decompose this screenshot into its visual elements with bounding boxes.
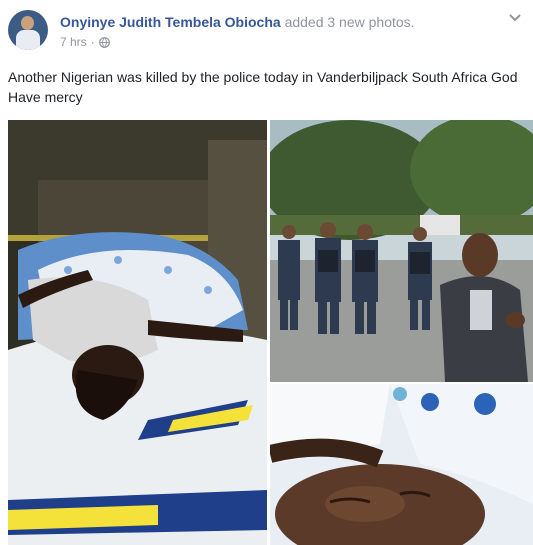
post-caption: Another Nigerian was killed by the polic… bbox=[8, 69, 518, 105]
photo-1[interactable] bbox=[8, 120, 267, 545]
post-action-text: added 3 new photos. bbox=[284, 14, 415, 30]
author-name-link[interactable]: Onyinye Judith Tembela Obiocha bbox=[60, 14, 281, 30]
chevron-down-icon[interactable] bbox=[505, 12, 525, 26]
author-avatar[interactable] bbox=[8, 10, 48, 50]
post-title-line: Onyinye Judith Tembela Obiocha added 3 n… bbox=[60, 14, 415, 30]
globe-icon[interactable] bbox=[98, 36, 110, 48]
avatar-body bbox=[16, 30, 40, 50]
post-header: Onyinye Judith Tembela Obiocha added 3 n… bbox=[8, 10, 525, 50]
meta-separator: · bbox=[90, 35, 95, 49]
photo-3[interactable] bbox=[270, 384, 533, 545]
post-meta: 7 hrs · bbox=[60, 35, 110, 49]
post-timestamp[interactable]: 7 hrs bbox=[60, 35, 87, 49]
photo-2[interactable] bbox=[270, 120, 533, 382]
avatar-head bbox=[21, 16, 34, 30]
